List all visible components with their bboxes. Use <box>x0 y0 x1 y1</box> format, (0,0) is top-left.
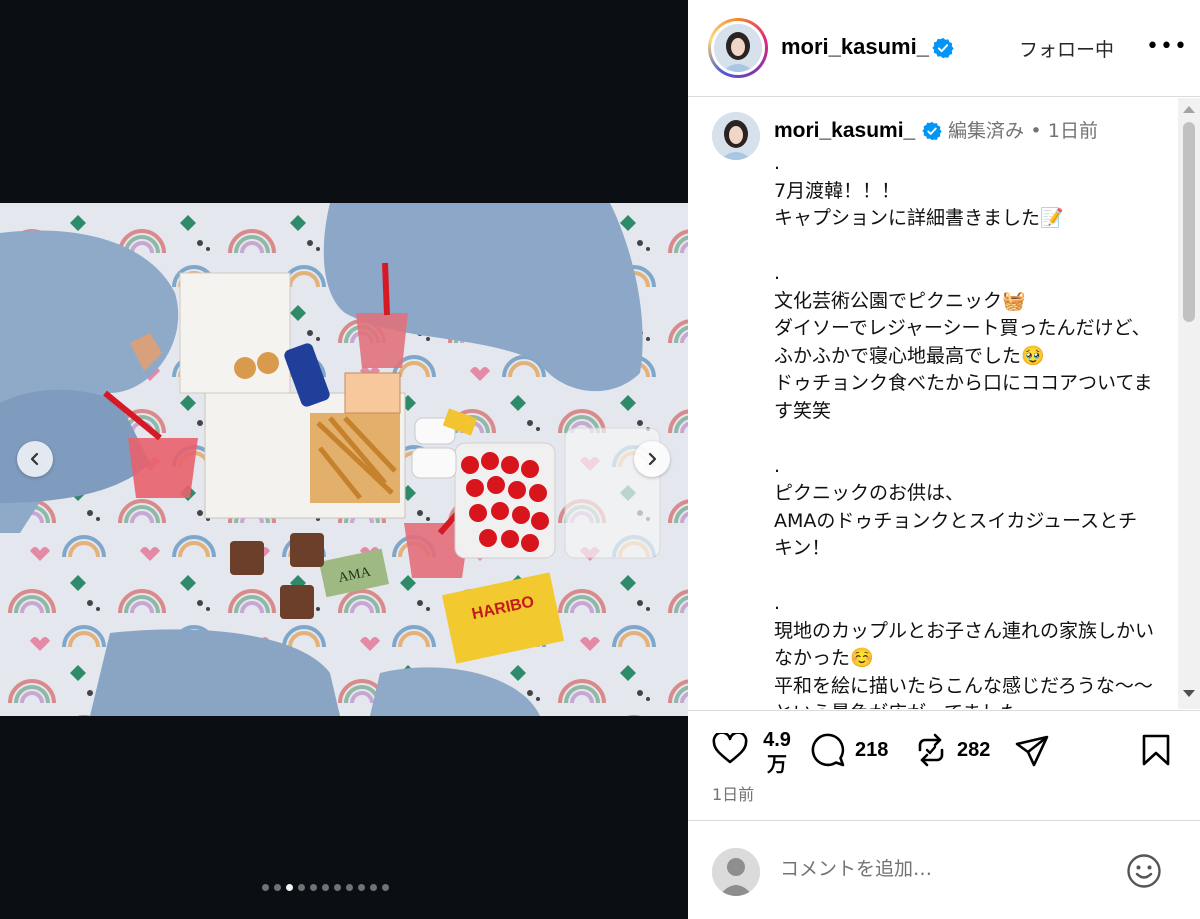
post-side-panel: mori_kasumi_ フォロー中 ••• mori_kasumi_ 編集済み… <box>688 0 1200 919</box>
like-count[interactable]: 4.9 万 <box>757 728 797 778</box>
action-bar: 4.9 万 218 282 1日前 <box>688 710 1200 810</box>
heart-icon <box>712 733 748 764</box>
viewer-avatar <box>712 848 760 896</box>
carousel-dot[interactable] <box>334 884 341 891</box>
carousel-dot[interactable] <box>286 884 293 891</box>
author-username[interactable]: mori_kasumi_ <box>781 34 929 60</box>
caption-scrollbar[interactable] <box>1178 98 1200 709</box>
edited-label: 編集済み <box>947 120 1024 142</box>
chevron-left-icon <box>30 452 39 466</box>
bookmark-icon <box>1142 734 1170 766</box>
carousel-next-button[interactable] <box>634 441 670 477</box>
carousel-dot[interactable] <box>382 884 389 891</box>
scroll-up-arrow[interactable] <box>1183 106 1195 113</box>
carousel-dot[interactable] <box>358 884 365 891</box>
following-button[interactable]: フォロー中 <box>1019 35 1114 62</box>
post-time-ago[interactable]: 1日前 <box>712 781 754 805</box>
save-button[interactable] <box>1140 733 1172 767</box>
caption-username[interactable]: mori_kasumi_ <box>774 119 915 142</box>
comment-button[interactable] <box>810 733 846 767</box>
like-button[interactable] <box>712 733 748 765</box>
story-ring[interactable] <box>708 18 768 78</box>
avatar[interactable] <box>714 24 762 72</box>
caption-avatar[interactable] <box>712 112 760 160</box>
caption-header: mori_kasumi_ 編集済み • 1日前 <box>774 116 1098 143</box>
default-user-icon <box>712 848 760 896</box>
carousel-prev-button[interactable] <box>17 441 53 477</box>
post-photo[interactable]: AMA HARIBO <box>0 203 688 716</box>
emoji-button[interactable] <box>1126 853 1162 893</box>
avatar-photo <box>714 24 762 72</box>
picnic-photo-illustration: AMA HARIBO <box>0 203 688 716</box>
repost-count[interactable]: 282 <box>957 739 990 762</box>
scroll-down-arrow[interactable] <box>1183 690 1195 697</box>
speech-bubble-icon <box>811 733 845 767</box>
media-pane: AMA HARIBO <box>0 0 688 919</box>
carousel-dot[interactable] <box>274 884 281 891</box>
smiley-icon <box>1127 854 1161 888</box>
paper-plane-icon <box>1015 735 1049 767</box>
carousel-dot[interactable] <box>310 884 317 891</box>
carousel-dot[interactable] <box>322 884 329 891</box>
verified-badge-icon <box>921 121 942 141</box>
post-header: mori_kasumi_ フォロー中 ••• <box>688 0 1200 97</box>
caption-text: . 7月渡韓！！！ キャプションに詳細書きました📝 . 文化芸術公園でピクニック… <box>774 152 1155 709</box>
carousel-dot[interactable] <box>370 884 377 891</box>
share-button[interactable] <box>1014 734 1050 768</box>
repost-icon <box>918 733 944 767</box>
verified-badge-icon <box>932 37 954 59</box>
scroll-thumb[interactable] <box>1183 122 1195 322</box>
carousel-dot[interactable] <box>346 884 353 891</box>
more-options-button[interactable]: ••• <box>1146 34 1188 59</box>
carousel-dot[interactable] <box>298 884 305 891</box>
carousel-dot[interactable] <box>262 884 269 891</box>
comment-count[interactable]: 218 <box>855 739 888 762</box>
comment-input[interactable] <box>780 858 1110 880</box>
carousel-dots <box>262 884 389 891</box>
repost-button[interactable] <box>914 733 948 767</box>
avatar-photo <box>712 112 760 160</box>
caption-timestamp[interactable]: 1日前 <box>1048 120 1098 142</box>
comment-composer <box>688 820 1200 919</box>
caption-area[interactable]: mori_kasumi_ 編集済み • 1日前 . 7月渡韓！！！ キャプション… <box>688 98 1200 709</box>
meta-separator: • <box>1030 120 1042 142</box>
chevron-right-icon <box>648 452 657 466</box>
